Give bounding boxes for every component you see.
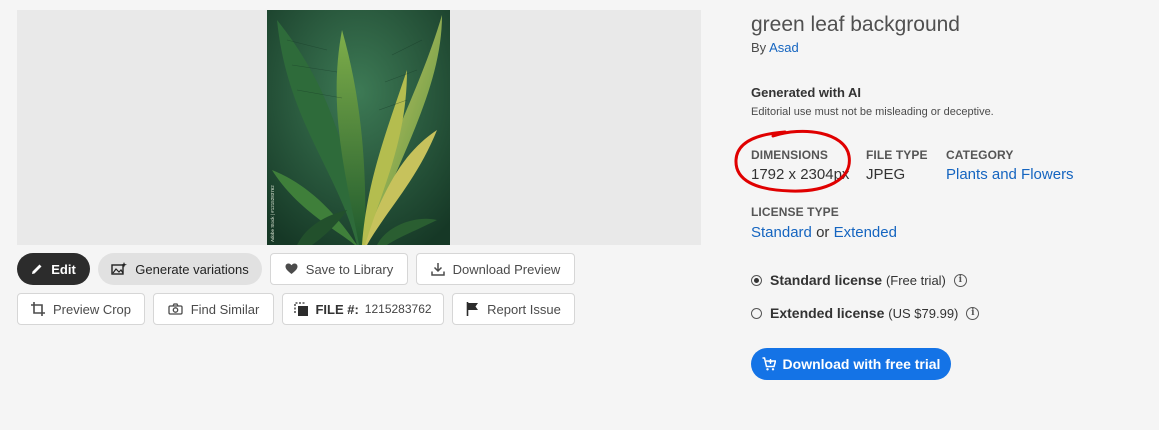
file-copy-icon	[294, 301, 309, 317]
heart-icon	[285, 263, 298, 275]
download-icon	[430, 262, 445, 276]
save-to-library-label: Save to Library	[305, 261, 394, 277]
extended-license-name: Extended license	[770, 305, 885, 321]
radio-selected-icon[interactable]	[751, 274, 762, 286]
pencil-icon	[31, 263, 43, 275]
author-link[interactable]: Asad	[769, 40, 799, 55]
cart-icon	[762, 357, 776, 371]
asset-title: green leaf background	[751, 13, 960, 36]
download-free-trial-label: Download with free trial	[782, 356, 941, 372]
download-preview-label: Download Preview	[452, 261, 561, 277]
file-label: FILE #:	[315, 301, 359, 317]
radio-unselected-icon[interactable]	[751, 307, 762, 319]
download-preview-button[interactable]: Download Preview	[416, 253, 575, 285]
standard-license-option[interactable]: Standard license (Free trial) i	[751, 272, 967, 288]
asset-image[interactable]: Adobe Stock | #1215283762	[267, 10, 450, 245]
flag-icon	[466, 302, 479, 316]
dimensions-value: 1792 x 2304px	[751, 166, 850, 183]
extended-license-note: (US $79.99)	[888, 306, 959, 321]
dimensions-label: DIMENSIONS	[751, 148, 829, 162]
extended-license-link[interactable]: Extended	[834, 224, 897, 241]
image-preview-area: Adobe Stock | #1215283762	[17, 10, 701, 245]
file-number-field[interactable]: FILE #: 1215283762	[282, 293, 444, 325]
image-watermark: Adobe Stock | #1215283762	[270, 185, 275, 242]
generated-with-ai-heading: Generated with AI	[751, 85, 862, 100]
file-type-value: JPEG	[866, 166, 906, 183]
license-or: or	[816, 224, 830, 241]
info-icon[interactable]: i	[966, 306, 980, 320]
edit-label: Edit	[51, 261, 76, 277]
annotation-circle	[734, 129, 851, 193]
image-sparkle-icon	[111, 262, 128, 276]
category-label: CATEGORY	[946, 148, 1014, 162]
generate-variations-button[interactable]: Generate variations	[98, 253, 262, 285]
standard-license-name: Standard license	[770, 272, 883, 288]
editorial-note: Editorial use must not be misleading or …	[751, 106, 994, 118]
generate-variations-label: Generate variations	[135, 261, 249, 277]
by-prefix: By	[751, 40, 767, 55]
report-issue-button[interactable]: Report Issue	[452, 293, 575, 325]
standard-license-link[interactable]: Standard	[751, 224, 812, 241]
license-type-label: LICENSE TYPE	[751, 205, 839, 219]
file-type-label: FILE TYPE	[866, 148, 928, 162]
author-byline: By Asad	[751, 40, 799, 55]
standard-license-note: (Free trial)	[885, 273, 946, 288]
preview-crop-button[interactable]: Preview Crop	[17, 293, 145, 325]
category-link[interactable]: Plants and Flowers	[946, 166, 1074, 183]
save-to-library-button[interactable]: Save to Library	[270, 253, 408, 285]
extended-license-option[interactable]: Extended license (US $79.99) i	[751, 305, 980, 321]
leaf-illustration: Adobe Stock | #1215283762	[267, 10, 450, 245]
report-issue-label: Report Issue	[487, 301, 561, 317]
download-free-trial-button[interactable]: Download with free trial	[751, 348, 951, 380]
find-similar-label: Find Similar	[190, 301, 260, 317]
find-similar-button[interactable]: Find Similar	[153, 293, 274, 325]
edit-button[interactable]: Edit	[17, 253, 90, 285]
preview-crop-label: Preview Crop	[52, 301, 132, 317]
crop-icon	[30, 302, 45, 316]
info-icon[interactable]: i	[953, 273, 967, 287]
file-number: 1215283762	[364, 302, 432, 316]
camera-icon	[168, 303, 183, 315]
license-type-row: Standard or Extended	[751, 224, 897, 241]
